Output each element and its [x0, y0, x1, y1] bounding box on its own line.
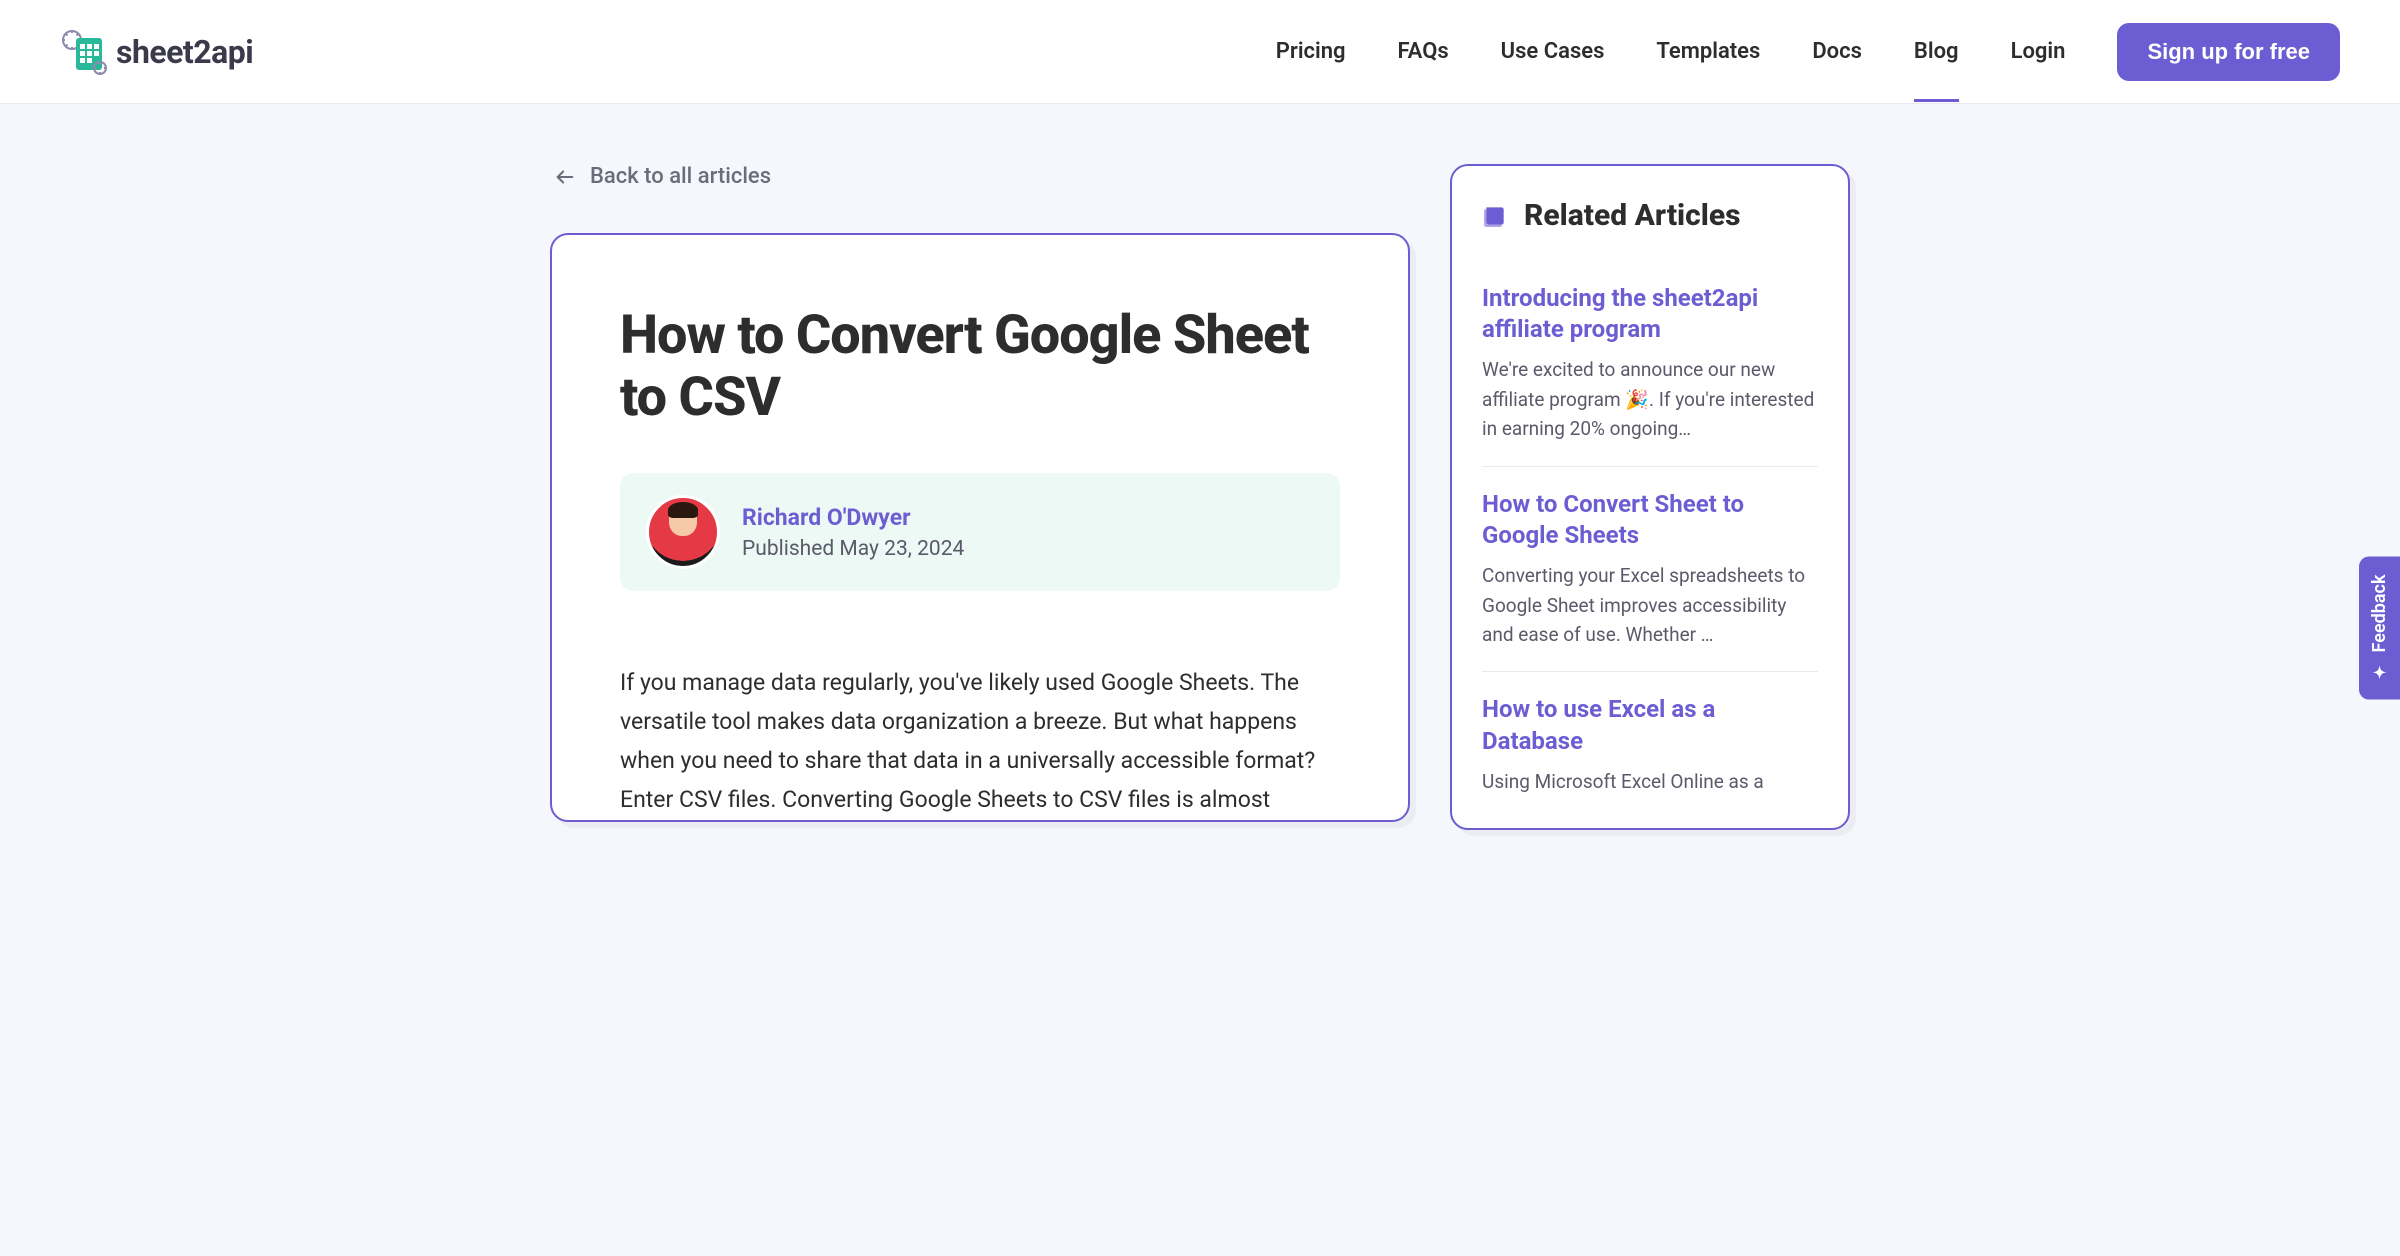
main-nav: Pricing FAQs Use Cases Templates Docs Bl…: [1276, 1, 2340, 102]
related-item: Introducing the sheet2api affiliate prog…: [1482, 261, 1818, 467]
related-heading: Related Articles: [1524, 198, 1741, 233]
article-card: How to Convert Google Sheet to CSV Richa…: [550, 233, 1410, 822]
logo-icon: [60, 28, 108, 76]
back-link-label: Back to all articles: [590, 164, 771, 189]
related-item: How to Convert Sheet to Google Sheets Co…: [1482, 467, 1818, 673]
nav-pricing[interactable]: Pricing: [1276, 1, 1346, 102]
related-articles-card: Related Articles Introducing the sheet2a…: [1450, 164, 1850, 830]
article-list-icon: [1482, 203, 1508, 229]
author-avatar: [646, 495, 720, 569]
related-desc: Converting your Excel spreadsheets to Go…: [1482, 561, 1818, 649]
related-item: How to use Excel as a Database Using Mic…: [1482, 672, 1818, 796]
arrow-left-icon: [554, 166, 576, 188]
brand-name: sheet2api: [116, 33, 253, 71]
nav-docs[interactable]: Docs: [1812, 1, 1862, 102]
publish-date: Published May 23, 2024: [742, 537, 964, 561]
signup-button[interactable]: Sign up for free: [2117, 23, 2340, 81]
related-desc: We're excited to announce our new affili…: [1482, 355, 1818, 443]
related-link-affiliate[interactable]: Introducing the sheet2api affiliate prog…: [1482, 283, 1818, 345]
site-header: sheet2api Pricing FAQs Use Cases Templat…: [0, 0, 2400, 104]
feedback-tab[interactable]: Feedback ✦: [2359, 557, 2400, 700]
article-title: How to Convert Google Sheet to CSV: [620, 305, 1340, 429]
nav-blog[interactable]: Blog: [1914, 1, 1959, 102]
sidebar: Related Articles Introducing the sheet2a…: [1450, 164, 1850, 830]
brand-logo[interactable]: sheet2api: [60, 28, 253, 76]
nav-templates[interactable]: Templates: [1656, 1, 1760, 102]
article-body: If you manage data regularly, you've lik…: [620, 663, 1340, 819]
author-box: Richard O'Dwyer Published May 23, 2024: [620, 473, 1340, 591]
related-link-excel-db[interactable]: How to use Excel as a Database: [1482, 694, 1818, 756]
related-link-convert-sheet[interactable]: How to Convert Sheet to Google Sheets: [1482, 489, 1818, 551]
sparkle-icon: ✦: [2370, 662, 2389, 681]
nav-login[interactable]: Login: [2011, 1, 2066, 102]
feedback-label: Feedback: [2369, 575, 2390, 653]
author-name-link[interactable]: Richard O'Dwyer: [742, 504, 964, 531]
related-desc: Using Microsoft Excel Online as a: [1482, 767, 1818, 796]
nav-use-cases[interactable]: Use Cases: [1501, 1, 1605, 102]
back-to-articles-link[interactable]: Back to all articles: [550, 164, 1410, 189]
nav-faqs[interactable]: FAQs: [1398, 1, 1449, 102]
